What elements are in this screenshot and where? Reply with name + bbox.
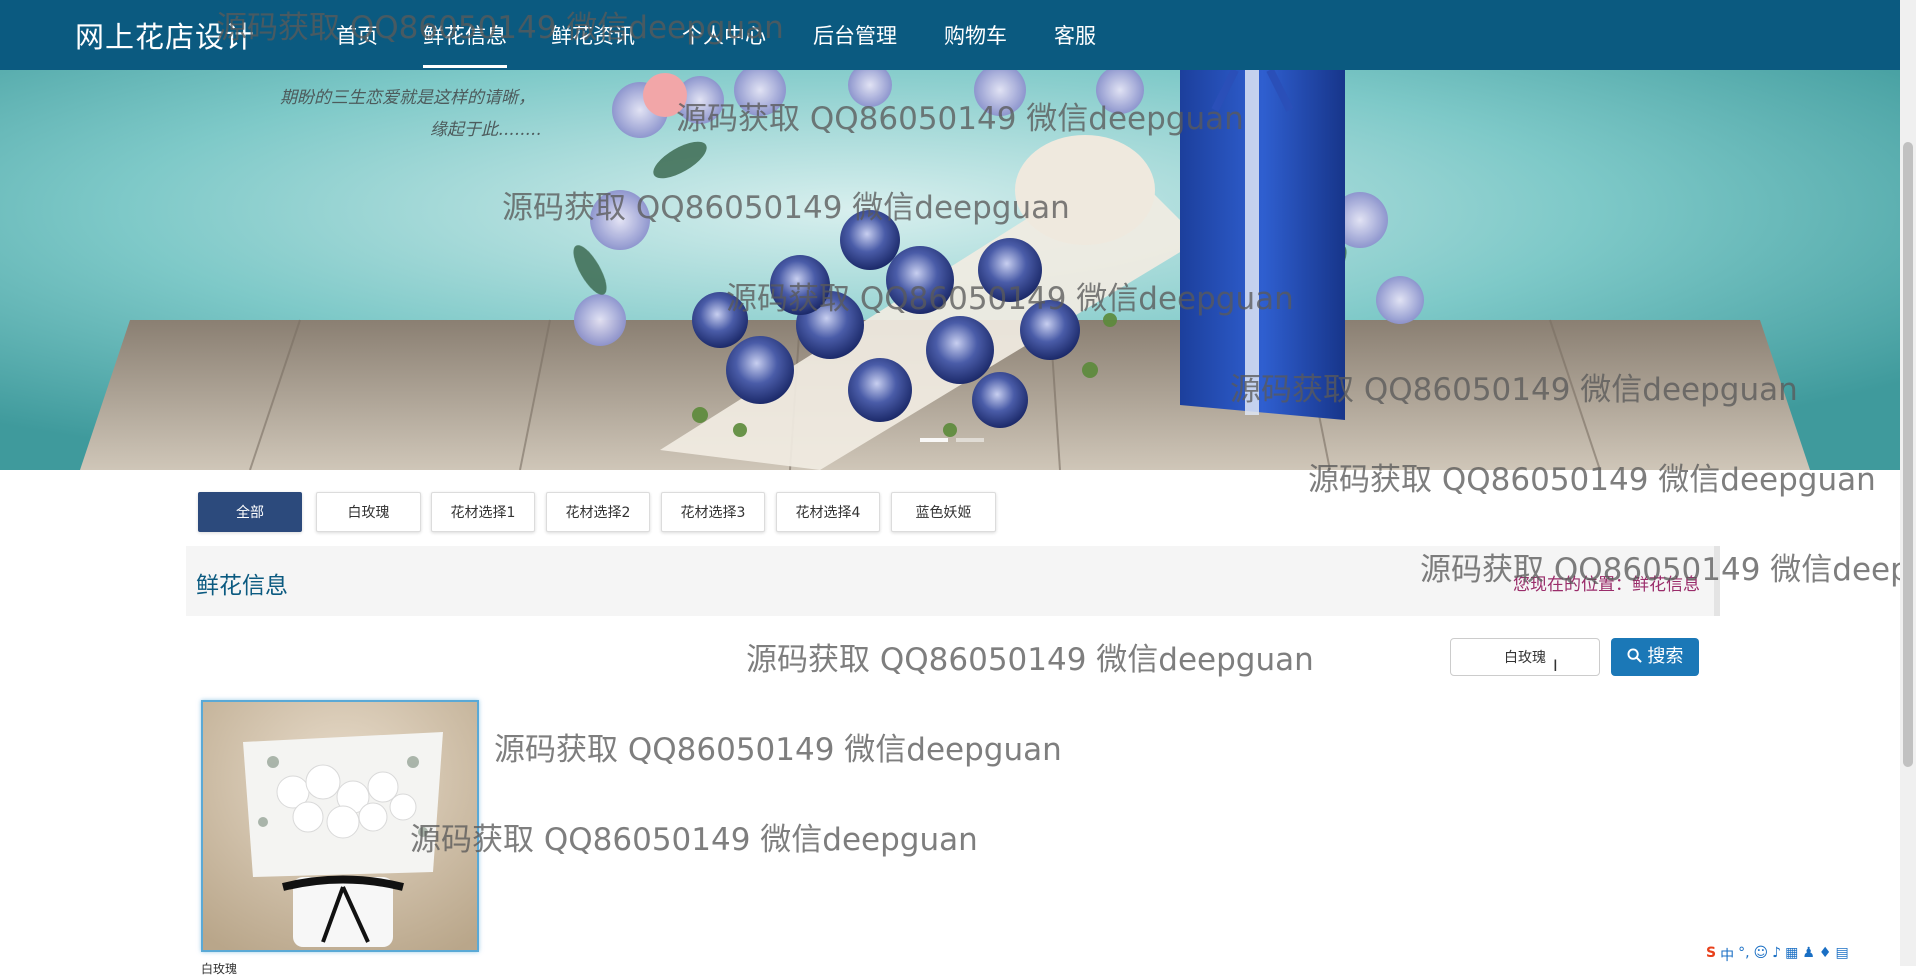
grid-menu-icon[interactable]: ▤	[1835, 945, 1848, 965]
emoji-icon[interactable]: ☺	[1754, 945, 1769, 965]
ime-logo-icon[interactable]: S	[1706, 945, 1716, 965]
top-navbar: 网上花店设计 首页 鲜花信息 鲜花资讯 个人中心 后台管理 购物车 客服	[0, 0, 1900, 70]
nav-item-admin[interactable]: 后台管理	[813, 20, 897, 50]
skin-icon[interactable]: ♦	[1819, 945, 1832, 965]
site-logo-title[interactable]: 网上花店设计	[75, 14, 255, 56]
banner-image: 期盼的三生恋爱就是这样的请晰， 缘起于此........	[0, 70, 1900, 470]
search-button-label: 搜索	[1647, 646, 1684, 667]
carousel-dot-1[interactable]	[920, 438, 948, 442]
filter-material-2[interactable]: 花材选择2	[546, 492, 650, 532]
keyboard-icon[interactable]: ▦	[1785, 945, 1798, 965]
filter-white-rose[interactable]: 白玫瑰	[316, 492, 421, 532]
breadcrumb: 您现在的位置：鲜花信息	[1513, 575, 1700, 595]
ime-toolbar[interactable]: S 中 °, ☺ ♪ ▦ ♟ ♦ ▤	[1706, 945, 1849, 965]
banner-poem-line-2: 缘起于此........	[430, 120, 541, 140]
search-icon	[1627, 646, 1648, 667]
search-input[interactable]	[1450, 638, 1600, 676]
filter-all[interactable]: 全部	[198, 492, 302, 532]
nav-item-flower-news[interactable]: 鲜花资讯	[551, 20, 635, 50]
scrollbar-thumb[interactable]	[1903, 142, 1913, 767]
nav-item-personal-center[interactable]: 个人中心	[682, 20, 766, 50]
filter-blue-enchantress[interactable]: 蓝色妖姬	[891, 492, 996, 532]
watermark: 源码获取 QQ86050149 微信deepguan	[410, 822, 978, 858]
filter-material-1[interactable]: 花材选择1	[431, 492, 535, 532]
hero-banner: 期盼的三生恋爱就是这样的请晰， 缘起于此........	[0, 70, 1900, 470]
text-cursor-icon: I	[1553, 656, 1558, 675]
section-header: 鲜花信息 您现在的位置：鲜花信息	[186, 546, 1720, 616]
nav-item-cart[interactable]: 购物车	[944, 20, 1007, 50]
user-icon[interactable]: ♟	[1802, 945, 1815, 965]
page-scrollbar[interactable]	[1900, 0, 1916, 966]
section-title: 鲜花信息	[196, 573, 288, 599]
search-button[interactable]: 搜索	[1611, 638, 1699, 676]
product-image	[203, 702, 477, 950]
filter-material-4[interactable]: 花材选择4	[776, 492, 880, 532]
product-card[interactable]	[201, 700, 479, 952]
filter-material-3[interactable]: 花材选择3	[661, 492, 765, 532]
punctuation-icon[interactable]: °,	[1738, 945, 1749, 965]
ime-language-toggle[interactable]: 中	[1720, 945, 1734, 965]
nav-item-flower-info[interactable]: 鲜花信息	[423, 20, 507, 68]
watermark: 源码获取 QQ86050149 微信deepguan	[746, 642, 1314, 678]
product-name[interactable]: 白玫瑰	[201, 960, 237, 977]
nav-item-home[interactable]: 首页	[336, 20, 378, 50]
microphone-icon[interactable]: ♪	[1772, 945, 1781, 965]
watermark: 源码获取 QQ86050149 微信deepguan	[494, 732, 1062, 768]
carousel-dot-2[interactable]	[956, 438, 984, 442]
nav-item-service[interactable]: 客服	[1054, 20, 1096, 50]
banner-poem-line-1: 期盼的三生恋爱就是这样的请晰，	[280, 88, 535, 108]
